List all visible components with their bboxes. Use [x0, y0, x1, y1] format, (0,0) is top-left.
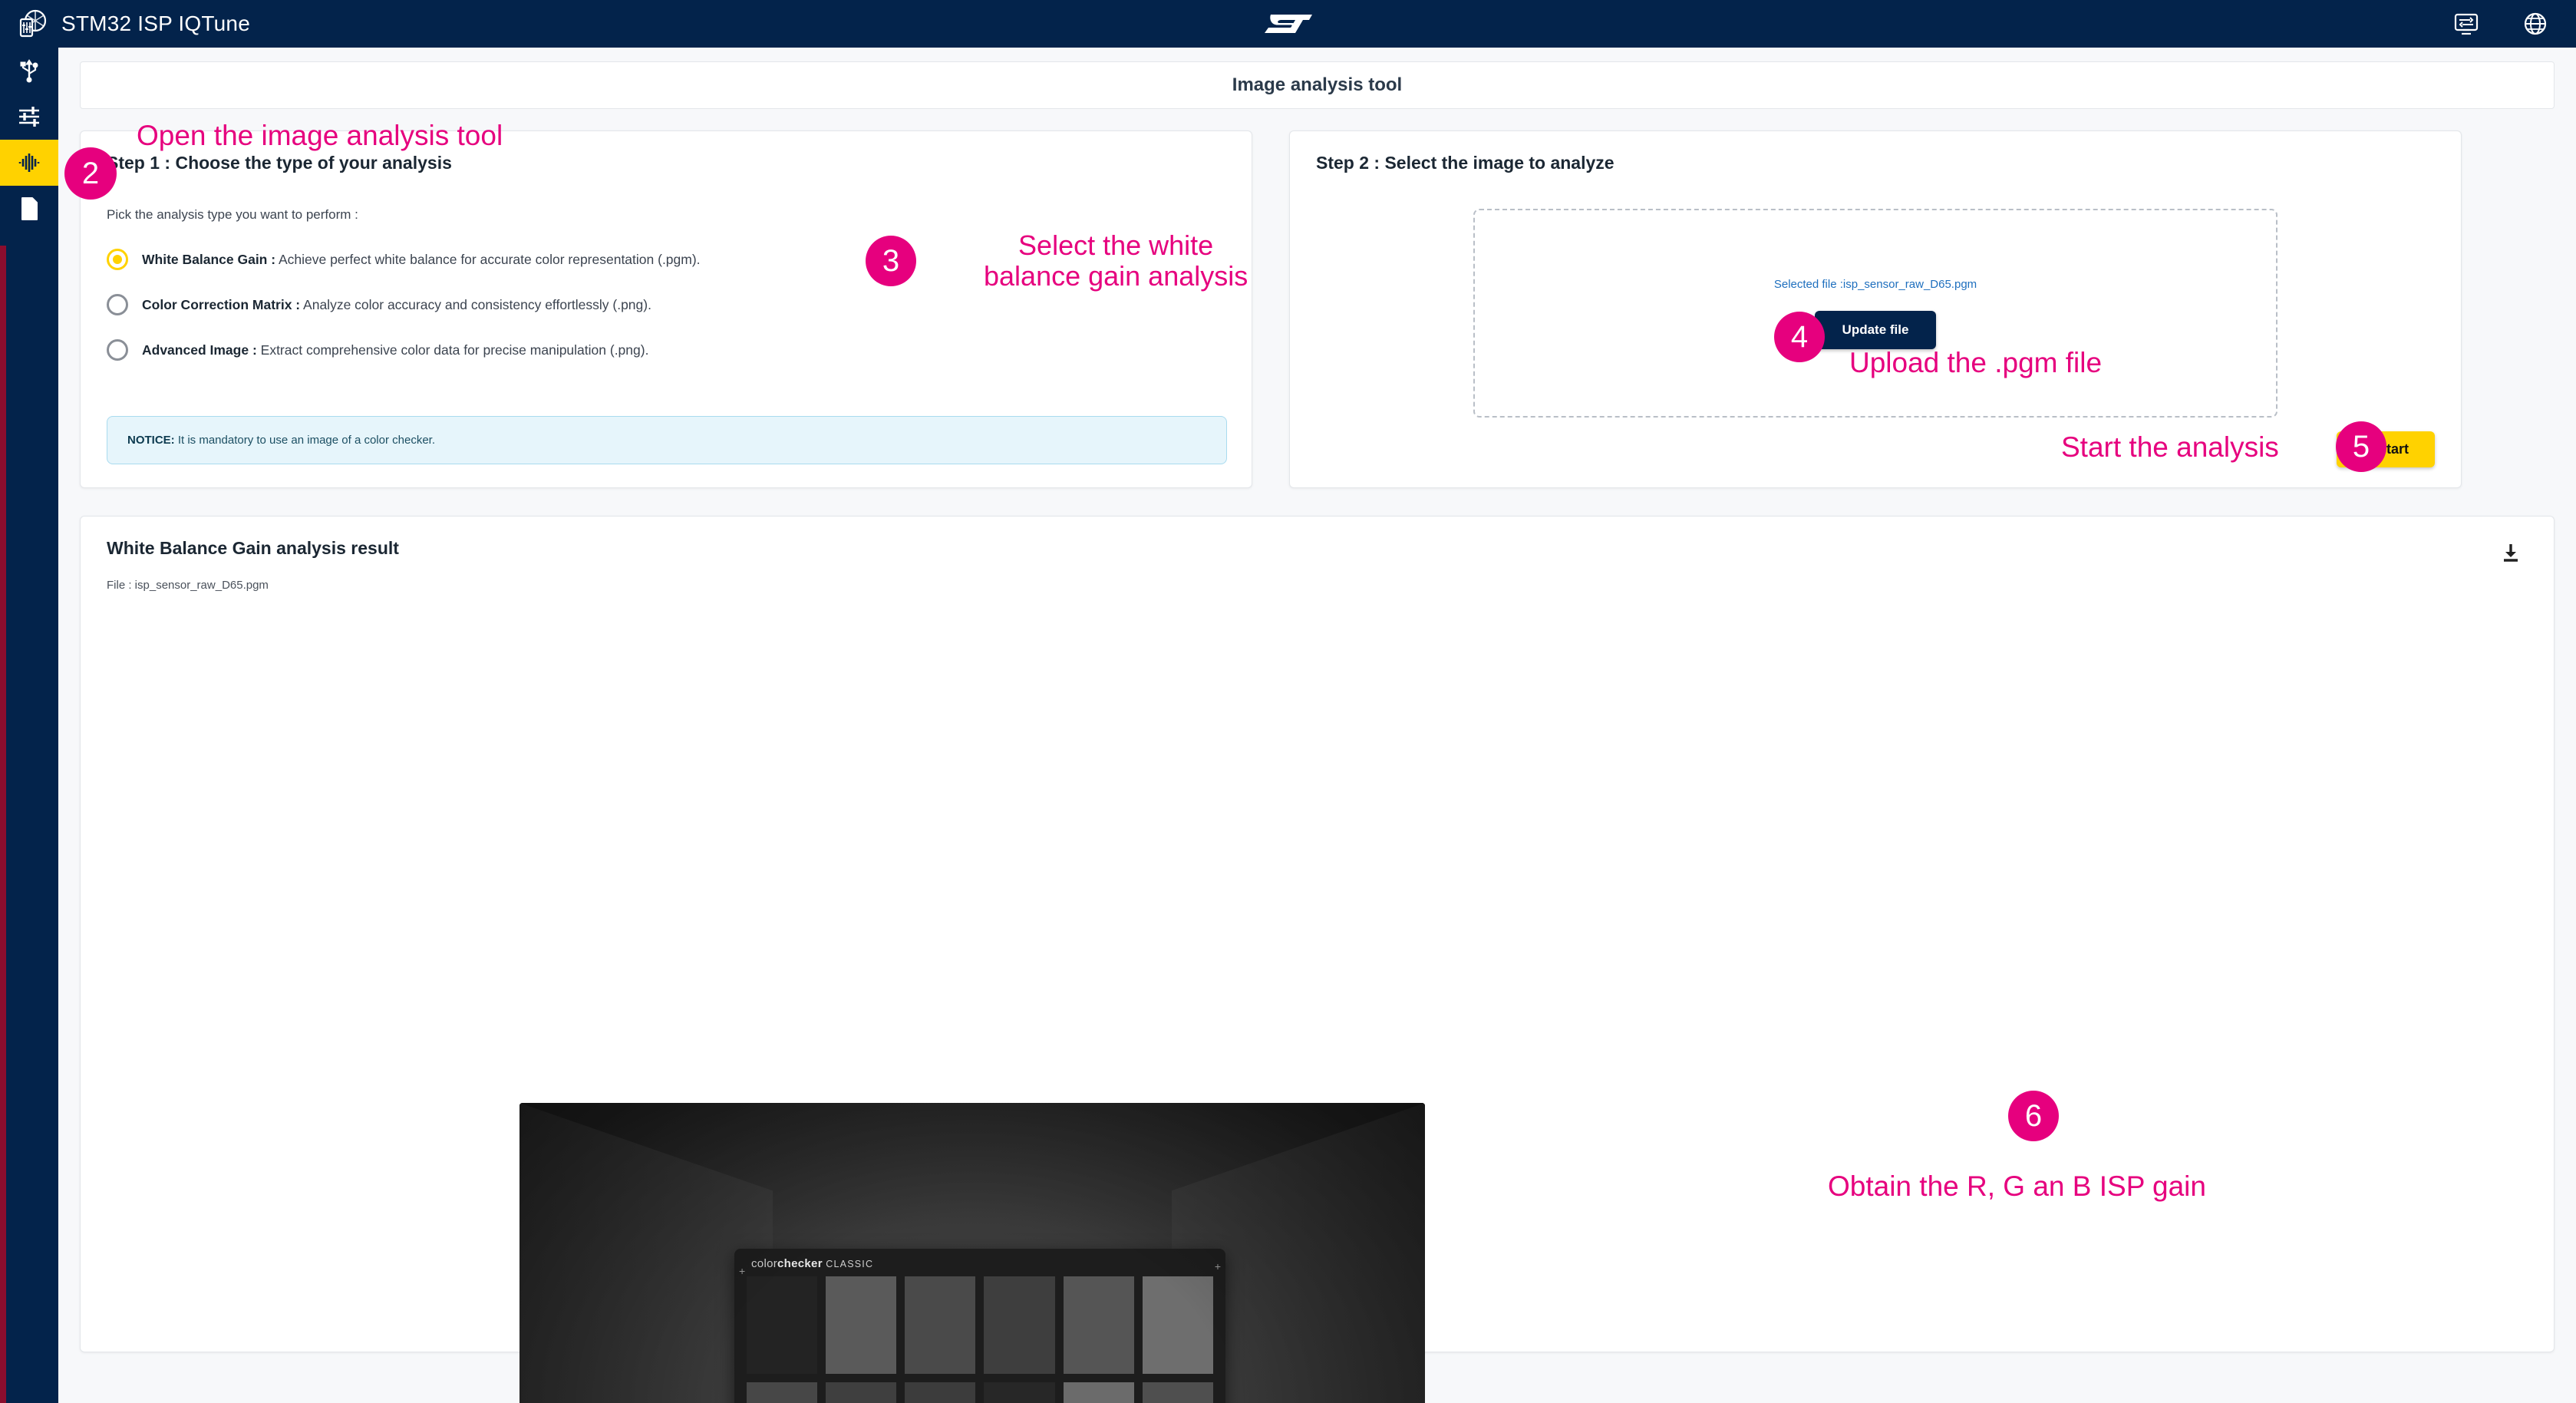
sidebar-item-tuning[interactable]: [0, 94, 58, 140]
step1-title: Step 1 : Choose the type of your analysi…: [107, 153, 452, 173]
waveform-icon: [16, 150, 42, 176]
app-title: STM32 ISP IQTune: [61, 12, 250, 35]
step1-pick-label: Pick the analysis type you want to perfo…: [107, 207, 358, 222]
sidebar-accent-bar: [0, 246, 6, 1403]
result-file-line: File : isp_sensor_raw_D65.pgm: [107, 579, 269, 592]
usb-icon: [16, 58, 42, 84]
radio-label: Advanced Image : Extract comprehensive c…: [142, 342, 648, 358]
brand: STM32 ISP IQTune: [0, 8, 250, 39]
step2-title: Step 2 : Select the image to analyze: [1316, 153, 1615, 173]
step2-panel: Step 2 : Select the image to analyze Sel…: [1289, 130, 2462, 488]
sidebar-item-report[interactable]: [0, 186, 58, 232]
annotation-badge-3: 3: [866, 236, 916, 286]
annotation-text-4: Upload the .pgm file: [1849, 347, 2103, 378]
annotation-text-6: Obtain the R, G an B ISP gain: [1828, 1170, 2206, 1202]
annotation-text-2: Open the image analysis tool: [137, 120, 503, 151]
globe-icon[interactable]: [2522, 11, 2548, 37]
sidebar-item-connection[interactable]: [0, 48, 58, 94]
radio-indicator[interactable]: [107, 294, 128, 315]
scene-vignette: [519, 1103, 1425, 1403]
page-title-bar: Image analysis tool: [80, 61, 2555, 109]
radio-advanced-image[interactable]: Advanced Image : Extract comprehensive c…: [107, 339, 1225, 361]
annotation-text-5: Start the analysis: [2061, 431, 2279, 463]
app-root: STM32 ISP IQTune Image analysis tool Ste…: [0, 0, 2576, 1403]
annotation-badge-2: 2: [64, 147, 117, 200]
analyzed-image: colorchecker CLASSIC + + + + ●calibrite: [519, 1103, 1425, 1403]
aperture-sliders-icon: [17, 8, 48, 39]
radio-indicator[interactable]: [107, 249, 128, 270]
sliders-icon: [16, 104, 42, 130]
download-icon[interactable]: [2497, 540, 2525, 567]
radio-label-desc: Analyze color accuracy and consistency e…: [300, 296, 651, 312]
step1-panel: Step 1 : Choose the type of your analysi…: [80, 130, 1252, 488]
result-panel: White Balance Gain analysis result File …: [80, 516, 2555, 1403]
radio-label: White Balance Gain : Achieve perfect whi…: [142, 252, 701, 268]
selected-file-label: Selected file :isp_sensor_raw_D65.pgm: [1773, 277, 1977, 291]
document-icon: [16, 196, 42, 222]
display-settings-icon[interactable]: [2453, 11, 2479, 37]
st-logo: [1258, 11, 1318, 37]
annotation-text-3: Select the white balance gain analysis: [984, 229, 1248, 292]
annotation-badge-6: 6: [2008, 1091, 2059, 1141]
annotation-badge-5: 5: [2336, 421, 2386, 472]
page-title: Image analysis tool: [1232, 74, 1403, 95]
radio-label-desc: Achieve perfect white balance for accura…: [275, 251, 701, 267]
file-dropzone[interactable]: Selected file :isp_sensor_raw_D65.pgm Up…: [1473, 209, 2278, 418]
update-file-button[interactable]: Update file: [1814, 310, 1937, 349]
radio-indicator[interactable]: [107, 339, 128, 361]
radio-color-correction-matrix[interactable]: Color Correction Matrix : Analyze color …: [107, 294, 1225, 315]
top-bar-actions: [2453, 0, 2548, 48]
sidebar: [0, 48, 58, 1403]
annotation-badge-4: 4: [1774, 312, 1825, 362]
radio-label-bold: Advanced Image :: [142, 342, 257, 358]
radio-label-desc: Extract comprehensive color data for pre…: [256, 342, 649, 358]
top-bar: STM32 ISP IQTune: [0, 0, 2576, 48]
result-title: White Balance Gain analysis result: [107, 538, 399, 558]
radio-label-bold: Color Correction Matrix :: [142, 296, 301, 312]
radio-label-bold: White Balance Gain :: [142, 251, 276, 267]
notice-label: NOTICE:: [127, 434, 175, 447]
radio-label: Color Correction Matrix : Analyze color …: [142, 297, 651, 313]
notice-banner: NOTICE: It is mandatory to use an image …: [107, 416, 1227, 464]
sidebar-item-image-analysis[interactable]: [0, 140, 58, 186]
notice-text: It is mandatory to use an image of a col…: [174, 434, 436, 447]
